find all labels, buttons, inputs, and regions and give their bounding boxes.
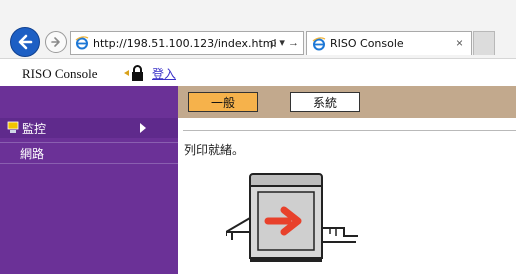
address-tools[interactable]: ρ ▾ → [270, 36, 299, 49]
back-button[interactable] [10, 27, 40, 57]
chevron-right-icon [140, 123, 146, 133]
printer-status-text: 列印就緒。 [184, 143, 245, 157]
tab-close-button[interactable]: × [456, 36, 463, 50]
printer-icon [226, 173, 358, 262]
sidebar: 監控 網路 [0, 86, 178, 274]
sidebar-item-network[interactable]: 網路 [0, 142, 178, 164]
monitor-icon [7, 121, 19, 133]
browser-tab[interactable]: RISO Console × [306, 31, 472, 55]
login-link[interactable]: 登入 [152, 65, 176, 82]
new-tab-button[interactable] [473, 31, 495, 55]
ie-logo-icon [312, 36, 326, 50]
page-header: RISO Console 登入 [0, 58, 516, 86]
ie-logo-icon [75, 36, 89, 50]
address-bar[interactable]: http://198.51.100.123/index.html ρ ▾ → [70, 31, 304, 55]
content-divider [183, 130, 516, 131]
brand-title: RISO Console [22, 66, 98, 81]
back-arrow-icon [18, 34, 33, 50]
forward-button[interactable] [45, 31, 67, 53]
sidebar-item-label: 網路 [20, 146, 45, 161]
browser-chrome: http://198.51.100.123/index.html ρ ▾ → R… [0, 0, 516, 58]
tab-title: RISO Console [330, 37, 404, 50]
tab-system[interactable]: 系統 [290, 92, 360, 112]
tab-general[interactable]: 一般 [188, 92, 258, 112]
tab-bar: 一般 系統 [178, 86, 516, 118]
sidebar-item-monitor[interactable]: 監控 [0, 118, 178, 138]
forward-arrow-icon [51, 37, 60, 47]
url-text: http://198.51.100.123/index.html [93, 36, 277, 50]
sidebar-item-label: 監控 [22, 121, 47, 136]
lock-icon [124, 65, 143, 81]
